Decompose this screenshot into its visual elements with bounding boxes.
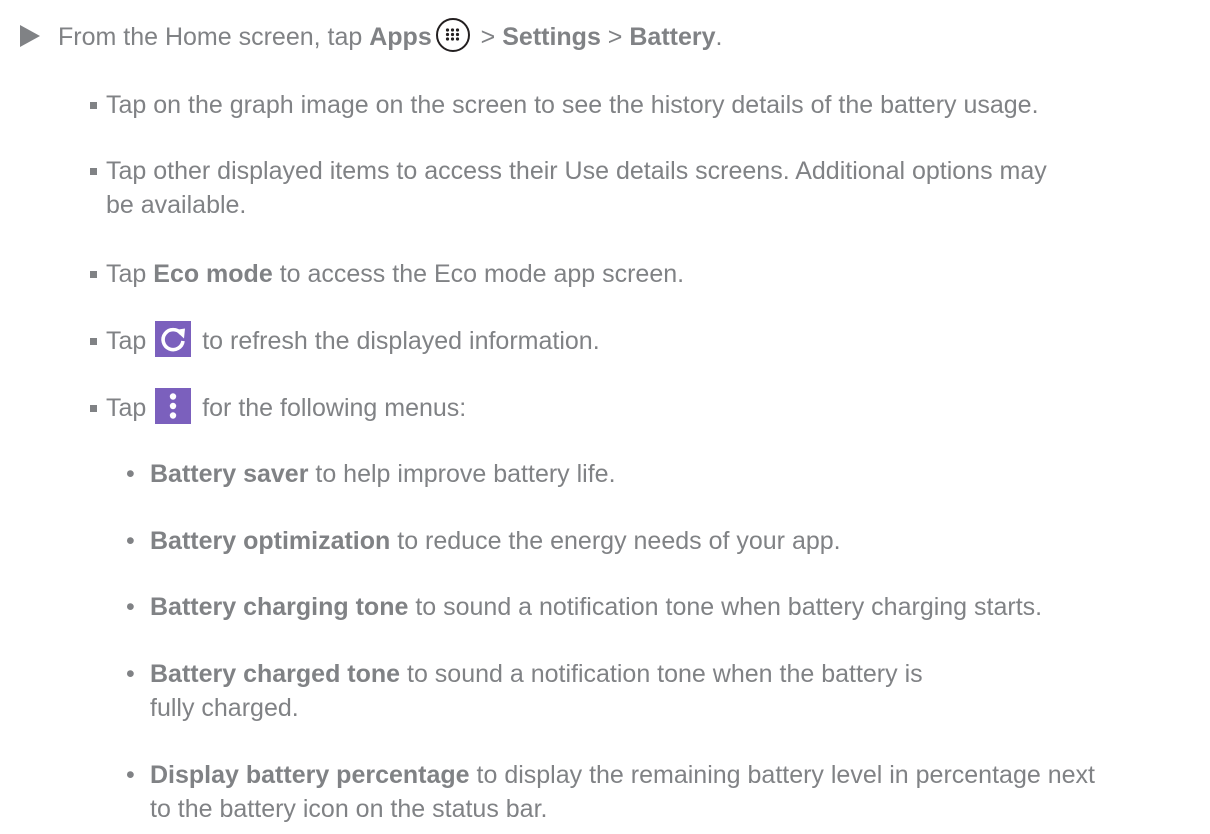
sub-bullet-marker: • [126, 460, 135, 488]
menu-item-text: Battery optimization to reduce the energ… [150, 527, 841, 555]
bullet-marker [90, 102, 97, 109]
bullet-marker [90, 168, 97, 175]
separator: > [600, 23, 630, 51]
bullet-marker [90, 271, 97, 278]
sub-bullet-marker: • [126, 593, 135, 621]
eco-mode-label: Eco mode [153, 260, 273, 288]
sub-bullet-marker: • [126, 527, 135, 555]
step-suffix: . [715, 23, 723, 51]
refresh-icon [155, 321, 192, 358]
bullet-text: Tap for the following menus: [106, 388, 1196, 427]
more-options-icon [155, 388, 192, 425]
apps-icon [435, 18, 470, 53]
menu-item-text: Battery charged tone to sound a notifica… [150, 660, 923, 722]
bullet-text: Tap on the graph image on the screen to … [106, 91, 1039, 119]
step-prefix: From the Home screen, tap [58, 23, 370, 51]
sub-bullet-marker: • [126, 660, 135, 688]
menu-item-text: Battery charging tone to sound a notific… [150, 593, 1043, 621]
bullet-text: Tap to refresh the displayed information… [106, 321, 1196, 360]
sub-bullet-marker: • [126, 761, 135, 789]
bullet-marker [90, 405, 97, 412]
bullet-marker [90, 338, 97, 345]
step-text: From the Home screen, tap Apps > Setting… [58, 17, 722, 57]
menu-item-text: Display battery percentage to display th… [150, 761, 1095, 823]
apps-label: Apps [369, 23, 432, 51]
menu-item-text: Battery saver to help improve battery li… [150, 460, 616, 488]
settings-label: Settings [502, 23, 601, 51]
battery-label: Battery [629, 23, 716, 51]
bullet-text: Tap other displayed items to access thei… [106, 157, 1047, 219]
bullet-text: Tap Eco mode to access the Eco mode app … [106, 260, 685, 288]
instruction-step: From the Home screen, tap Apps > Setting… [0, 17, 1200, 57]
separator: > [473, 23, 503, 51]
step-arrow-icon [20, 25, 40, 47]
